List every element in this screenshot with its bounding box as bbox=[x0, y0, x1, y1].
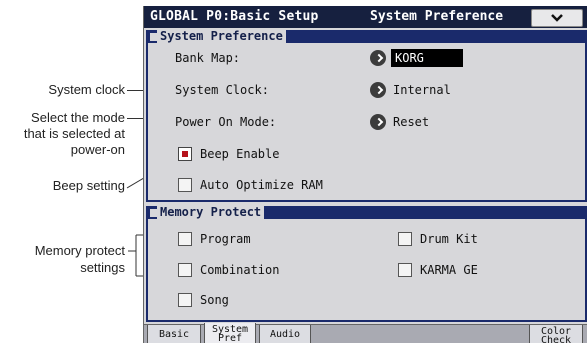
bank-map-popup-icon[interactable] bbox=[370, 50, 386, 66]
system-preference-panel: System Preference Bank Map: KORG System … bbox=[146, 29, 587, 202]
memory-protect-heading: Memory Protect bbox=[157, 205, 265, 219]
protect-program-checkbox[interactable] bbox=[178, 232, 192, 246]
system-clock-value[interactable]: Internal bbox=[393, 83, 451, 97]
power-on-mode-label: Power On Mode: bbox=[175, 115, 277, 129]
system-preference-heading: System Preference bbox=[157, 29, 286, 43]
auto-optimize-ram-checkbox[interactable] bbox=[178, 178, 192, 192]
callout-beep: Beep setting bbox=[52, 178, 125, 193]
power-on-mode-value[interactable]: Reset bbox=[393, 115, 429, 129]
protect-karma-ge-label: KARMA GE bbox=[420, 263, 478, 277]
tab-audio[interactable]: Audio bbox=[259, 325, 311, 343]
protect-drum-kit-checkbox[interactable] bbox=[398, 232, 412, 246]
callout-memory-protect-line2: settings bbox=[80, 260, 125, 275]
tab-color-check[interactable]: Color Check bbox=[529, 325, 583, 343]
power-on-mode-popup-icon[interactable] bbox=[370, 114, 386, 130]
panel-header-square bbox=[150, 33, 157, 41]
auto-optimize-ram-label: Auto Optimize RAM bbox=[200, 178, 323, 192]
beep-enable-label: Beep Enable bbox=[200, 147, 280, 161]
protect-song-checkbox[interactable] bbox=[178, 293, 192, 307]
callout-memory-protect-line1: Memory protect bbox=[34, 243, 125, 258]
global-mode-screen: GLOBAL P0:Basic Setup System Preference … bbox=[143, 6, 587, 343]
system-clock-label: System Clock: bbox=[175, 83, 269, 97]
title-bar: GLOBAL P0:Basic Setup System Preference bbox=[144, 6, 587, 28]
protect-drum-kit-label: Drum Kit bbox=[420, 232, 478, 246]
page-subtitle: System Preference bbox=[370, 9, 504, 24]
callout-power-on-line2: that is selected at bbox=[23, 126, 125, 141]
bank-map-value[interactable]: KORG bbox=[391, 49, 463, 67]
protect-program-label: Program bbox=[200, 232, 251, 246]
callout-power-on-line3: power-on bbox=[70, 142, 125, 157]
page-title: GLOBAL P0:Basic Setup bbox=[150, 9, 319, 24]
protect-combination-label: Combination bbox=[200, 263, 280, 277]
callout-system-clock: System clock bbox=[48, 82, 125, 97]
tab-color-check-line2: Check bbox=[540, 335, 572, 343]
tab-basic[interactable]: Basic bbox=[147, 325, 201, 343]
bank-map-label: Bank Map: bbox=[175, 51, 241, 65]
tab-system-pref-line2: Pref bbox=[217, 333, 243, 343]
chevron-down-icon bbox=[551, 14, 563, 22]
protect-song-label: Song bbox=[200, 293, 229, 307]
page-tab-bar: Basic System Pref Audio Color Check bbox=[144, 323, 587, 343]
protect-combination-checkbox[interactable] bbox=[178, 263, 192, 277]
protect-karma-ge-checkbox[interactable] bbox=[398, 263, 412, 277]
memory-protect-panel: Memory Protect Program Drum Kit Combinat… bbox=[146, 205, 587, 322]
system-clock-popup-icon[interactable] bbox=[370, 82, 386, 98]
page-menu-button[interactable] bbox=[531, 9, 583, 27]
beep-enable-checkbox[interactable] bbox=[178, 147, 192, 161]
panel-header-square bbox=[150, 209, 157, 217]
tab-system-pref[interactable]: System Pref bbox=[204, 323, 256, 343]
callout-power-on-line1: Select the mode bbox=[31, 110, 125, 125]
